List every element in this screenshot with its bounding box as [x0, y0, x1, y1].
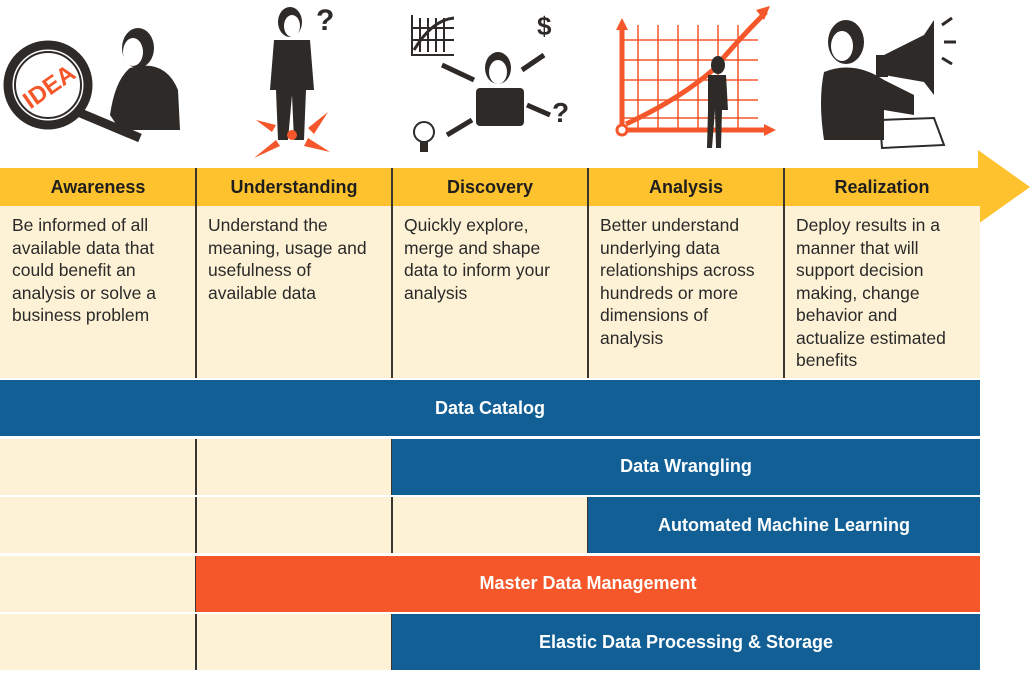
stage-description: Quickly explore, merge and shape data to… [404, 215, 550, 303]
realization-illustration [784, 0, 980, 165]
empty-stage-cell [0, 497, 196, 553]
stage-description: Deploy results in a manner that will sup… [796, 215, 946, 370]
column-divider [391, 497, 393, 553]
svg-text:IDEA: IDEA [18, 60, 80, 115]
exploring-person-icon: $ ? [411, 11, 569, 152]
stage-title: Realization [834, 177, 930, 197]
column-divider [195, 497, 197, 553]
capability-bar: Elastic Data Processing & Storage [392, 614, 980, 670]
column-divider [195, 168, 197, 378]
capability-label: Automated Machine Learning [657, 514, 911, 535]
empty-stage-cell [0, 555, 196, 612]
magnifier-idea-illustration: IDEA [0, 0, 196, 165]
stage-column-realization: Realization Deploy results in a manner t… [784, 168, 980, 378]
capability-row: Master Data Management [0, 555, 980, 612]
empty-stage-cell [196, 438, 392, 495]
stage-title: Understanding [230, 177, 358, 197]
capability-row: Elastic Data Processing & Storage [0, 614, 980, 670]
capability-bar: Data Wrangling [392, 438, 980, 495]
capability-row: Automated Machine Learning [0, 497, 980, 553]
stage-title: Discovery [446, 177, 534, 197]
stage-column-understanding: Understanding Understand the meaning, us… [196, 168, 392, 378]
capability-bar: Data Catalog [0, 380, 980, 436]
capability-label: Data Wrangling [620, 456, 752, 476]
thinking-person-icon: ? [254, 4, 334, 158]
empty-stage-cell [196, 497, 392, 553]
empty-stage-cell [196, 614, 392, 670]
stage-description: Better understand underlying data relati… [600, 215, 755, 348]
column-divider [783, 168, 785, 378]
analysis-illustration [588, 0, 784, 165]
capability-label: Master Data Management [479, 573, 697, 593]
column-divider [195, 614, 197, 670]
capability-row: Data Catalog [0, 380, 980, 436]
discovery-illustration: $ ? [392, 0, 588, 165]
stage-column-discovery: Discovery Quickly explore, merge and sha… [392, 168, 588, 378]
svg-text:?: ? [552, 97, 569, 128]
capability-bar: Master Data Management [196, 555, 980, 612]
stage-column-analysis: Analysis Better understand underlying da… [588, 168, 784, 378]
stage-column-awareness: Awareness Be informed of all available d… [0, 168, 196, 378]
stage-title: Analysis [648, 177, 724, 197]
empty-stage-cell [0, 438, 196, 495]
capability-label: Elastic Data Processing & Storage [538, 631, 834, 652]
magnifier-icon: IDEA [3, 28, 180, 143]
column-divider [391, 168, 393, 378]
column-divider [195, 438, 197, 495]
growth-chart-icon [615, 6, 776, 148]
stage-description: Understand the meaning, usage and useful… [208, 215, 367, 303]
empty-stage-cell [0, 614, 196, 670]
stage-title: Awareness [50, 177, 146, 197]
megaphone-icon [821, 16, 956, 150]
stage-description: Be informed of all available data that c… [12, 215, 156, 325]
capability-bar: Automated Machine Learning [588, 497, 980, 553]
capability-row: Data Wrangling [0, 438, 980, 495]
svg-text:?: ? [316, 4, 334, 37]
process-arrow-head [978, 150, 1030, 224]
capability-label: Data Catalog [434, 397, 546, 418]
column-divider [587, 168, 589, 378]
svg-text:$: $ [537, 11, 552, 41]
thinking-person-illustration: ? [196, 0, 392, 165]
empty-stage-cell [392, 497, 588, 553]
